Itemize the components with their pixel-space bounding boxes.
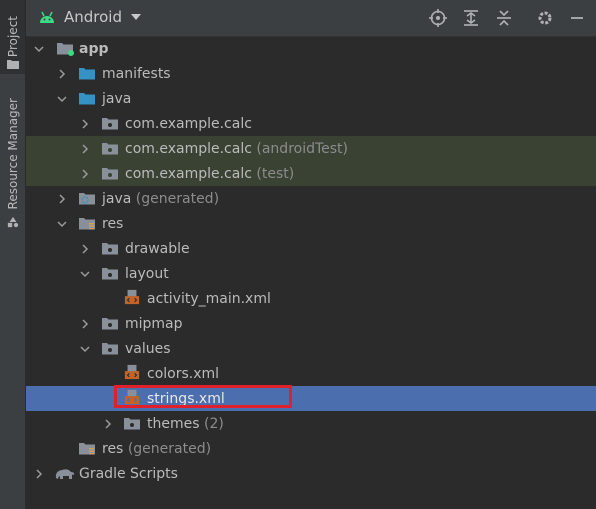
tree-item-java-generated[interactable]: java (generated) [26, 186, 596, 211]
tree-item-res-generated[interactable]: res (generated) [26, 436, 596, 461]
chevron-down-icon[interactable] [80, 344, 90, 354]
resource-manager-tool-tab[interactable]: Resource Manager [0, 98, 25, 210]
tree-item-label: colors.xml [147, 365, 220, 382]
package-icon [102, 168, 118, 180]
source-folder-icon [79, 93, 95, 105]
chevron-right-icon[interactable] [57, 194, 67, 204]
tree-item-label: activity_main.xml [147, 290, 271, 307]
resource-manager-icon [7, 216, 19, 228]
view-selector-label: Android [64, 8, 122, 26]
chevron-right-icon[interactable] [103, 419, 113, 429]
tree-item-label: drawable [125, 240, 190, 257]
tool-window-strip: Project Resource Manager [0, 0, 26, 509]
view-selector[interactable]: Android [38, 8, 142, 26]
chevron-right-icon[interactable] [80, 119, 90, 129]
tree-item-label: com.example.calc [125, 115, 252, 132]
tree-item-label: com.example.calc (test) [125, 165, 295, 182]
tree-item-package-main[interactable]: com.example.calc [26, 111, 596, 136]
tree-item-colors-xml[interactable]: colors.xml [26, 361, 596, 386]
project-panel: Android app manifests java com.example.c… [26, 0, 596, 509]
chevron-right-icon[interactable] [57, 69, 67, 79]
package-icon [102, 118, 118, 130]
tree-item-label: com.example.calc (androidTest) [125, 140, 349, 157]
tree-item-label: java (generated) [102, 190, 220, 207]
chevron-down-icon[interactable] [34, 44, 44, 54]
settings-icon[interactable] [536, 9, 554, 27]
gradle-elephant-icon [55, 469, 75, 479]
folder-icon [7, 60, 19, 69]
android-icon [40, 11, 54, 23]
resource-folder-icon [79, 443, 95, 455]
chevron-right-icon[interactable] [80, 244, 90, 254]
package-icon [124, 418, 140, 430]
chevron-down-icon [131, 14, 141, 20]
project-tab-label: Project [5, 16, 20, 58]
expand-all-icon[interactable] [462, 9, 480, 27]
chevron-right-icon[interactable] [80, 144, 90, 154]
tree-item-mipmap[interactable]: mipmap [26, 311, 596, 336]
tree-item-suffix: (androidTest) [256, 140, 349, 157]
tree-item-label: mipmap [125, 315, 183, 332]
tree-item-label: layout [125, 265, 169, 282]
chevron-right-icon[interactable] [34, 469, 44, 479]
tree-item-package-android-test[interactable]: com.example.calc (androidTest) [26, 136, 596, 161]
chevron-down-icon[interactable] [57, 94, 67, 104]
package-icon [102, 243, 118, 255]
tree-item-suffix: (generated) [127, 440, 212, 457]
generated-folder-icon [79, 193, 95, 205]
tree-item-label: res [102, 215, 124, 232]
collapse-all-icon[interactable] [495, 9, 513, 27]
tree-item-app[interactable]: app [26, 36, 596, 61]
chevron-down-icon[interactable] [80, 269, 90, 279]
xml-file-icon [124, 289, 140, 305]
tree-item-label: Gradle Scripts [79, 465, 178, 482]
tree-item-label: java [102, 90, 132, 107]
tree-item-label: res (generated) [102, 440, 212, 457]
project-toolbar: Android [26, 0, 596, 37]
tree-item-suffix: (2) [203, 415, 224, 432]
tree-item-values[interactable]: values [26, 336, 596, 361]
xml-file-icon [124, 364, 140, 380]
tree-item-manifests[interactable]: manifests [26, 61, 596, 86]
tree-item-layout[interactable]: layout [26, 261, 596, 286]
tree-item-themes[interactable]: themes (2) [26, 411, 596, 436]
package-icon [102, 268, 118, 280]
module-folder-icon [57, 43, 74, 56]
hide-icon[interactable] [568, 9, 586, 27]
locate-icon[interactable] [429, 9, 447, 27]
resource-folder-icon [79, 218, 95, 230]
tree-item-suffix: (test) [256, 165, 295, 182]
resource-manager-tab-label: Resource Manager [5, 98, 20, 210]
tree-item-label: app [79, 40, 109, 57]
tree-item-label: values [125, 340, 171, 357]
tree-item-java[interactable]: java [26, 86, 596, 111]
tree-item-label: themes (2) [147, 415, 224, 432]
tree-item-label: manifests [102, 65, 171, 82]
chevron-right-icon[interactable] [80, 169, 90, 179]
tree-item-gradle-scripts[interactable]: Gradle Scripts [26, 461, 596, 486]
package-icon [102, 318, 118, 330]
folder-icon [79, 68, 95, 80]
tree-item-drawable[interactable]: drawable [26, 236, 596, 261]
tree-item-activity-main[interactable]: activity_main.xml [26, 286, 596, 311]
tree-item-package-test[interactable]: com.example.calc (test) [26, 161, 596, 186]
tree-item-res[interactable]: res [26, 211, 596, 236]
package-icon [102, 343, 118, 355]
tree-item-suffix: (generated) [135, 190, 220, 207]
highlight-annotation-box [114, 385, 292, 408]
chevron-down-icon[interactable] [57, 219, 67, 229]
tree-item-strings-xml[interactable]: strings.xml [26, 386, 596, 411]
chevron-right-icon[interactable] [80, 319, 90, 329]
package-icon [102, 143, 118, 155]
